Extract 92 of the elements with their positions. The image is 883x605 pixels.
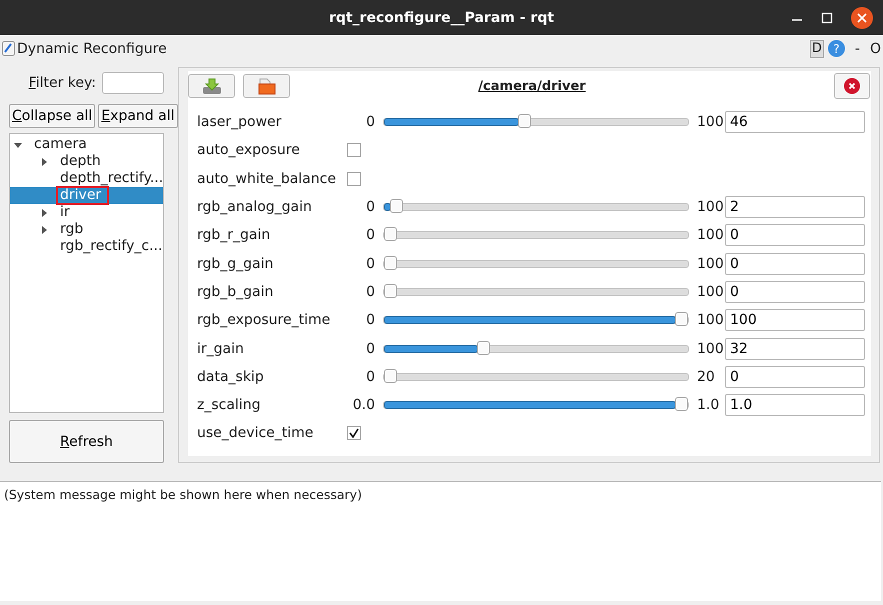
slider-handle[interactable] (390, 199, 403, 214)
parameter-label: auto_white_balance (197, 170, 337, 187)
dock-button[interactable]: D (810, 40, 824, 58)
parameter-label: auto_exposure (197, 142, 301, 158)
slider-min: 0 (365, 227, 376, 244)
parameter-label: use_device_time (197, 425, 314, 442)
close-icon[interactable] (851, 7, 873, 29)
collapsed-arrow-icon[interactable] (40, 158, 48, 166)
slider-min: 0 (365, 312, 376, 328)
checkbox[interactable] (347, 143, 361, 158)
slider-max: 100 (696, 256, 725, 272)
slider[interactable] (383, 199, 689, 216)
slider-max: 100 (696, 284, 725, 300)
slider-max: 100 (696, 199, 725, 216)
close-icon (844, 78, 860, 94)
slider-handle[interactable] (675, 397, 688, 412)
filter-field[interactable] (102, 72, 164, 94)
collapsed-arrow-icon[interactable] (40, 226, 48, 234)
tree-item[interactable]: depth_rectify... (10, 170, 163, 187)
parameter-label: data_skip (197, 368, 265, 385)
plugin-title: Dynamic Reconfigure (17, 40, 167, 56)
parameter-label: rgb_r_gain (197, 227, 272, 244)
parameter-label: rgb_b_gain (197, 284, 274, 300)
tree-item[interactable]: depth (10, 153, 163, 170)
parameter-label: rgb_exposure_time (197, 312, 332, 328)
tree-item[interactable]: rgb (10, 221, 163, 238)
maximize-icon[interactable] (821, 12, 833, 24)
slider-handle[interactable] (518, 114, 531, 128)
filter-label: Filter key: (28, 75, 96, 91)
slider-min: 0.0 (352, 397, 376, 414)
value-field[interactable]: 1.0 (725, 394, 865, 416)
window-title: rqt_reconfigure__Param - rqt (328, 10, 554, 26)
refresh-button[interactable]: Refresh (9, 420, 164, 463)
slider-min: 0 (365, 256, 376, 272)
slider[interactable] (383, 397, 689, 414)
status-message: (System message might be shown here when necessary) (4, 487, 362, 502)
slider-max: 100 (696, 227, 725, 244)
load-button[interactable] (243, 74, 290, 98)
tree-item[interactable]: ir (10, 204, 163, 221)
collapse-all-button[interactable]: Collapse all (9, 104, 96, 128)
save-button[interactable] (188, 74, 235, 98)
parameter-label: rgb_g_gain (197, 256, 274, 272)
expand-all-button[interactable]: Expand all (98, 104, 178, 128)
checkbox[interactable] (347, 426, 361, 440)
slider[interactable] (383, 256, 689, 272)
parameter-label: laser_power (197, 114, 282, 130)
slider[interactable] (383, 368, 689, 385)
slider-max: 100 (696, 114, 725, 130)
slider-handle[interactable] (477, 340, 490, 355)
slider-min: 0 (365, 284, 376, 300)
value-field[interactable]: 0 (725, 252, 865, 275)
check-icon (349, 428, 359, 438)
slider[interactable] (383, 114, 689, 130)
slider[interactable] (383, 284, 689, 300)
expanded-arrow-icon[interactable] (14, 140, 22, 148)
slider-min: 0 (365, 368, 376, 385)
tree-item[interactable]: driver (10, 187, 163, 204)
value-field[interactable]: 100 (725, 309, 865, 332)
slider[interactable] (383, 312, 689, 328)
slider-handle[interactable] (675, 312, 688, 326)
collapsed-arrow-icon[interactable] (40, 208, 48, 216)
value-field[interactable]: 0 (725, 280, 865, 303)
slider[interactable] (383, 340, 689, 357)
panel-title: /camera/driver (478, 78, 586, 94)
slider-handle[interactable] (384, 227, 397, 242)
slider-max: 20 (696, 368, 716, 385)
value-field[interactable]: 2 (725, 196, 865, 218)
slider-min: 0 (365, 340, 376, 357)
slider-handle[interactable] (384, 256, 397, 270)
slider-min: 0 (365, 199, 376, 216)
parameter-label: z_scaling (197, 397, 262, 414)
slider[interactable] (383, 227, 689, 244)
value-field[interactable]: 32 (725, 338, 865, 360)
download-icon (202, 78, 222, 94)
slider-max: 1.0 (696, 397, 720, 414)
minimize-button[interactable]: - (854, 40, 860, 56)
checkbox[interactable] (347, 172, 361, 186)
slider-handle[interactable] (384, 284, 397, 298)
parameter-label: rgb_analog_gain (197, 199, 313, 216)
value-field[interactable]: 0 (725, 224, 865, 246)
slider-handle[interactable] (384, 368, 397, 383)
tree-item[interactable]: camera (10, 136, 163, 153)
slider-max: 100 (696, 312, 725, 328)
value-field[interactable]: 46 (725, 111, 865, 134)
close-panel-button[interactable] (834, 73, 870, 99)
slider-min: 0 (365, 114, 376, 130)
tree-item[interactable]: rgb_rectify_c... (10, 238, 163, 255)
value-field[interactable]: 0 (725, 366, 865, 388)
slider-max: 100 (696, 340, 725, 357)
folder-icon (258, 78, 276, 94)
options-button[interactable]: O (870, 40, 881, 56)
parameter-label: ir_gain (197, 340, 245, 357)
